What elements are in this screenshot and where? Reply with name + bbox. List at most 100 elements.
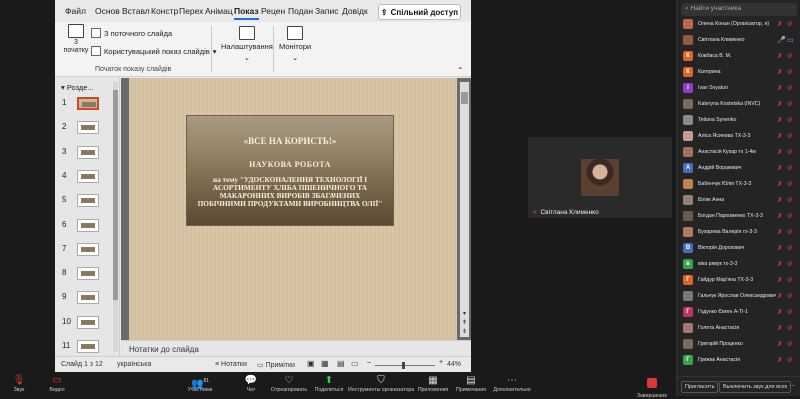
notes-pane[interactable]: Нотатки до слайда bbox=[121, 340, 471, 356]
tab-animations[interactable]: Анімац bbox=[205, 6, 233, 16]
slideshow-view-icon[interactable]: ▭ bbox=[351, 359, 359, 368]
react-button[interactable]: ♡ Отреагировать bbox=[266, 375, 312, 393]
participant-row[interactable]: Анастасія Кухар тх 1-4м ✗ ⊘ bbox=[683, 147, 797, 160]
participant-row[interactable]: А Андрій Воракевич ✗ ⊘ bbox=[683, 163, 797, 176]
from-current-slide-button[interactable]: З поточного слайда bbox=[91, 28, 172, 38]
tab-transitions[interactable]: Перех bbox=[179, 6, 203, 16]
camera-off-icon[interactable]: ⊘ bbox=[787, 228, 793, 236]
monitors-button[interactable]: Монітори ⌄ bbox=[279, 26, 311, 62]
participant-row[interactable]: Бухарева Валерія тх-3-3 ✗ ⊘ bbox=[683, 227, 797, 240]
mic-on-icon[interactable]: 🎤 bbox=[777, 36, 786, 44]
language-indicator[interactable]: українська bbox=[117, 361, 151, 368]
camera-off-icon[interactable]: ⊘ bbox=[787, 116, 793, 124]
slide-thumbnail[interactable] bbox=[77, 145, 99, 159]
mic-off-icon[interactable]: ✗ bbox=[777, 20, 783, 28]
current-slide[interactable]: «ВСЕ НА КОРИСТЬ!» НАУКОВА РОБОТА на тему… bbox=[129, 78, 457, 340]
normal-view-icon[interactable]: ▣ bbox=[307, 359, 315, 368]
slide-thumbnail-row[interactable]: 1 bbox=[55, 96, 117, 112]
comments-toggle[interactable]: ▭ Примітки bbox=[257, 361, 295, 369]
slide-thumbnail[interactable] bbox=[77, 267, 99, 281]
slide-thumbnail-row[interactable]: 7 bbox=[55, 242, 117, 258]
audio-button[interactable]: 🎙 Звук bbox=[4, 375, 34, 393]
setup-button[interactable]: Налаштування ⌄ bbox=[221, 26, 273, 62]
slide-thumbnail-row[interactable]: 2 bbox=[55, 120, 117, 136]
tab-view[interactable]: Подан bbox=[288, 6, 313, 16]
camera-off-icon[interactable]: ⊘ bbox=[787, 148, 793, 156]
mic-off-icon[interactable]: ✗ bbox=[777, 340, 783, 348]
participant-row[interactable]: Гальчук Ярослав Олександрович ✗ ⊘ bbox=[683, 291, 797, 304]
custom-show-button[interactable]: Користувацький показ слайдів ▾ bbox=[91, 46, 217, 56]
scrollbar-thumb[interactable] bbox=[113, 90, 118, 300]
participant-row[interactable]: Аліса Ясинова ТХ-3-3 ✗ ⊘ bbox=[683, 131, 797, 144]
tab-record[interactable]: Запис bbox=[315, 6, 338, 16]
camera-off-icon[interactable]: ⊘ bbox=[787, 180, 793, 188]
mic-off-icon[interactable]: ✗ bbox=[777, 212, 783, 220]
tab-file[interactable]: Файл bbox=[65, 6, 86, 16]
slide-thumbnail[interactable] bbox=[77, 340, 99, 353]
participant-row[interactable]: Біляк Анна ✗ ⊘ bbox=[683, 195, 797, 208]
tab-slideshow[interactable]: Показ bbox=[234, 6, 259, 20]
camera-off-icon[interactable]: ⊘ bbox=[787, 68, 793, 76]
mic-off-icon[interactable]: ✗ bbox=[777, 148, 783, 156]
slide-thumbnail[interactable] bbox=[77, 315, 99, 329]
mic-off-icon[interactable]: ✗ bbox=[777, 356, 783, 364]
apps-button[interactable]: ▦ Приложения bbox=[414, 375, 452, 393]
mic-off-icon[interactable]: ✗ bbox=[777, 116, 783, 124]
scroll-down-button[interactable]: ▾ bbox=[460, 310, 469, 319]
participant-row[interactable]: Світлана Клименко 🎤 ▭ bbox=[683, 35, 797, 48]
mic-off-icon[interactable]: ✗ bbox=[777, 132, 783, 140]
from-beginning-button[interactable]: 3 початку bbox=[63, 24, 89, 55]
camera-off-icon[interactable]: ⊘ bbox=[787, 260, 793, 268]
mic-off-icon[interactable]: ✗ bbox=[777, 164, 783, 172]
mic-off-icon[interactable]: ✗ bbox=[777, 180, 783, 188]
zoom-slider-knob[interactable] bbox=[402, 362, 405, 369]
slide-thumbnail-row[interactable]: 10 bbox=[55, 315, 117, 331]
next-slide-button[interactable]: ⇟ bbox=[460, 328, 469, 337]
camera-off-icon[interactable]: ⊘ bbox=[787, 84, 793, 92]
tab-insert[interactable]: Вставл bbox=[122, 6, 150, 16]
tab-help[interactable]: Довідк bbox=[342, 6, 368, 16]
slide-thumbnail-row[interactable]: 8 bbox=[55, 266, 117, 282]
participant-row[interactable]: К Катерина ✗ ⊘ bbox=[683, 67, 797, 80]
slide-thumbnail-row[interactable]: 9 bbox=[55, 290, 117, 306]
camera-off-icon[interactable]: ⊘ bbox=[787, 340, 793, 348]
slide-thumbnail[interactable] bbox=[77, 218, 99, 232]
more-button[interactable]: ⋯ Дополнительно bbox=[490, 375, 534, 393]
slide-thumbnail[interactable] bbox=[77, 121, 99, 135]
camera-off-icon[interactable]: ⊘ bbox=[787, 212, 793, 220]
participant-row[interactable]: Tetiana Synenko ✗ ⊘ bbox=[683, 115, 797, 128]
video-tile[interactable]: ⨯ Світлана Клименко bbox=[528, 137, 672, 218]
slide-thumbnail-row[interactable]: 11 bbox=[55, 339, 117, 355]
participant-row[interactable]: I Ivan Svyatun ✗ ⊘ bbox=[683, 83, 797, 96]
tab-home[interactable]: Основ bbox=[95, 6, 120, 16]
slide-thumbnail-row[interactable]: 4 bbox=[55, 169, 117, 185]
camera-off-icon[interactable]: ⊘ bbox=[787, 324, 793, 332]
mic-off-icon[interactable]: ✗ bbox=[777, 292, 783, 300]
camera-off-icon[interactable]: ⊘ bbox=[787, 276, 793, 284]
mic-off-icon[interactable]: ✗ bbox=[777, 68, 783, 76]
participant-row[interactable]: К Ковбаса В. М. ✗ ⊘ bbox=[683, 51, 797, 64]
mic-off-icon[interactable]: ✗ bbox=[777, 308, 783, 316]
camera-off-icon[interactable]: ⊘ bbox=[787, 356, 793, 364]
mute-all-button[interactable]: Выключить звук для всех bbox=[719, 381, 792, 393]
share-button[interactable]: ⇪ Спільний доступ bbox=[378, 4, 461, 20]
tab-design[interactable]: Констр bbox=[151, 6, 178, 16]
participant-row[interactable]: Олена Конан (Організатор, я) ✗ ⊘ bbox=[683, 19, 797, 32]
participant-row[interactable]: Г Гайдур Мар'яна ТХ-3-3 ✗ ⊘ bbox=[683, 275, 797, 288]
mic-off-icon[interactable]: ✗ bbox=[777, 324, 783, 332]
share-screen-button[interactable]: ⬆ Поделиться bbox=[312, 375, 346, 393]
sorter-view-icon[interactable]: ▦ bbox=[321, 359, 329, 368]
camera-off-icon[interactable]: ⊘ bbox=[787, 308, 793, 316]
mic-off-icon[interactable]: ✗ bbox=[777, 228, 783, 236]
participant-row[interactable]: Голета Анастасія ✗ ⊘ bbox=[683, 323, 797, 336]
mic-off-icon[interactable]: ✗ bbox=[777, 100, 783, 108]
mic-off-icon[interactable]: ✗ bbox=[777, 260, 783, 268]
collapse-ribbon-icon[interactable]: ⌃ bbox=[457, 66, 464, 75]
section-header[interactable]: ▾ Розде... bbox=[61, 83, 94, 92]
mic-off-icon[interactable]: ✗ bbox=[777, 84, 783, 92]
slide-thumbnail[interactable] bbox=[77, 194, 99, 208]
participant-row[interactable]: Kateryna Kostetska (INVC) ✗ ⊘ bbox=[683, 99, 797, 112]
slide-thumbnail[interactable] bbox=[77, 242, 99, 256]
slide-thumbnail-row[interactable]: 6 bbox=[55, 218, 117, 234]
end-meeting-button[interactable]: Завершение bbox=[632, 375, 672, 399]
